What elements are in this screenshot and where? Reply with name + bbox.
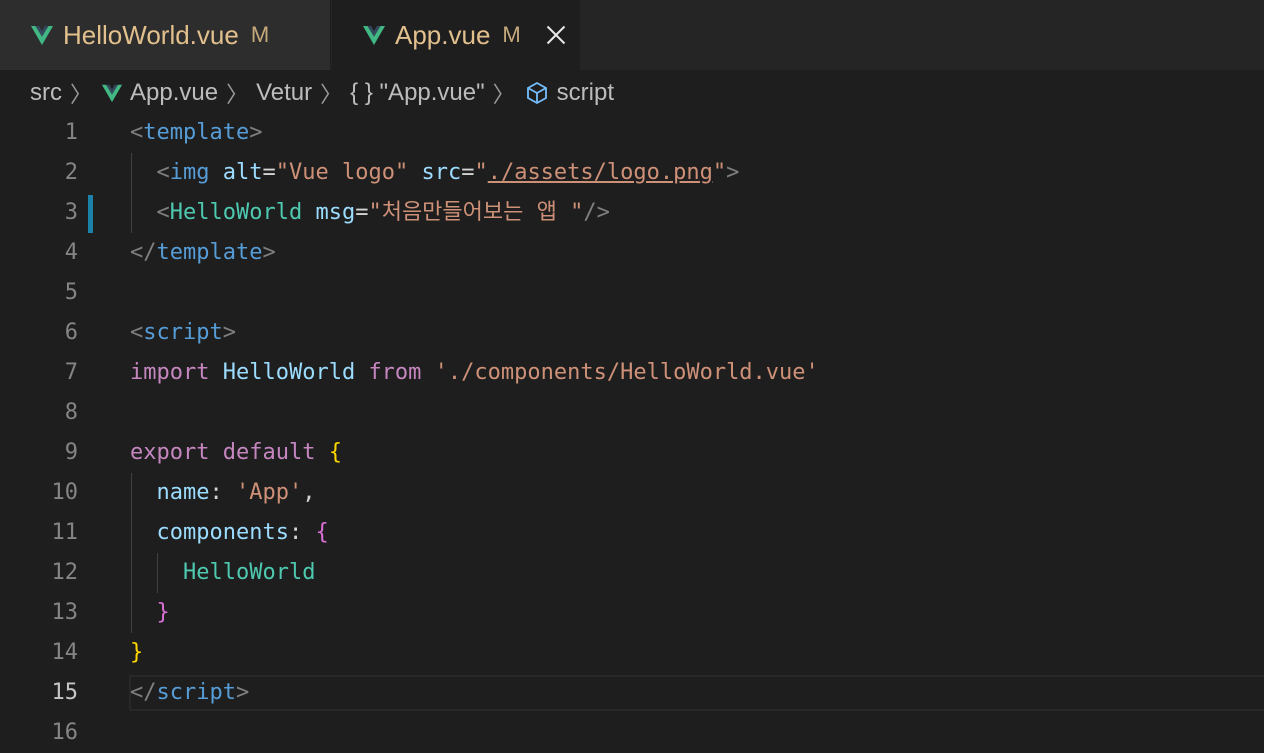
breadcrumb-label: { } "App.vue"	[350, 79, 485, 106]
tab-label: App.vue	[395, 19, 491, 50]
chevron-right-icon: 〉	[492, 82, 515, 107]
line-number: 7	[64, 360, 78, 385]
tab-app-vue[interactable]: App.vue M	[332, 0, 580, 70]
code-line: 10 name: 'App',	[0, 473, 1264, 513]
modified-badge: M	[502, 22, 521, 47]
vue-icon	[101, 84, 123, 103]
code-line: 5	[0, 273, 1264, 313]
code-line: 8	[0, 393, 1264, 433]
breadcrumb-item-vetur[interactable]: Vetur	[256, 79, 312, 107]
tab-helloworld-vue[interactable]: HelloWorld.vue M	[0, 0, 331, 70]
close-icon[interactable]	[545, 24, 567, 46]
breadcrumb-label: Vetur	[256, 79, 313, 106]
line-number: 12	[51, 560, 79, 585]
line-content: <template>	[130, 120, 263, 145]
line-number: 9	[64, 440, 78, 465]
line-content: components: {	[156, 520, 329, 545]
vue-icon	[31, 26, 53, 45]
breadcrumb-item-module[interactable]: { } "App.vue"	[350, 79, 484, 107]
line-content: export default {	[130, 440, 342, 465]
code-line: 3 <HelloWorld msg="처음만들어보는 앱 "/>	[0, 193, 1264, 233]
tab-label: HelloWorld.vue	[63, 19, 239, 50]
line-number: 15	[51, 680, 79, 705]
line-number: 4	[64, 240, 78, 265]
link-path[interactable]: ./assets/logo.png	[488, 160, 713, 185]
line-number: 11	[51, 520, 79, 545]
line-number: 3	[64, 200, 78, 225]
code-line: 1 <template>	[0, 113, 1264, 153]
line-content: name: 'App',	[156, 480, 316, 505]
line-content: <img alt="Vue logo" src="./assets/logo.p…	[156, 160, 740, 185]
line-number: 6	[64, 320, 78, 345]
line-number: 10	[51, 480, 79, 505]
code-line: 4 </template>	[0, 233, 1264, 273]
code-line: 9 export default {	[0, 433, 1264, 473]
breadcrumb: src 〉 App.vue 〉 Vetur 〉 { } "App.vue" 〉 …	[30, 70, 614, 116]
chevron-right-icon: 〉	[320, 82, 343, 107]
code-line: 6 <script>	[0, 313, 1264, 353]
tab-bar: HelloWorld.vue M App.vue M	[0, 0, 1264, 70]
code-line: 11 components: {	[0, 513, 1264, 553]
code-line: 12 HelloWorld	[0, 553, 1264, 593]
breadcrumb-item-app-vue[interactable]: App.vue	[100, 79, 218, 107]
line-number: 16	[51, 720, 79, 745]
code-line: 13 }	[0, 593, 1264, 633]
code-line: 16	[0, 713, 1264, 753]
line-number: 1	[64, 120, 78, 145]
modified-badge: M	[250, 22, 270, 47]
line-number: 5	[64, 280, 78, 305]
line-number: 8	[64, 400, 78, 425]
line-content: import HelloWorld from './components/Hel…	[130, 360, 819, 385]
chevron-right-icon: 〉	[226, 82, 249, 107]
breadcrumb-label: App.vue	[130, 79, 219, 106]
line-content: }	[156, 600, 170, 625]
cube-icon	[526, 81, 547, 105]
line-number: 2	[64, 160, 78, 185]
line-number: 14	[51, 640, 79, 665]
code-line: 15 </script>	[0, 673, 1264, 713]
line-content: }	[130, 640, 144, 665]
vue-icon	[363, 26, 385, 45]
code-line: 2 <img alt="Vue logo" src="./assets/logo…	[0, 153, 1264, 193]
breadcrumb-label: src	[30, 79, 62, 106]
line-content: HelloWorld	[182, 560, 316, 585]
code-editor[interactable]: 1 <template> 2 <img alt="Vue logo" src="…	[0, 113, 1264, 745]
line-number: 13	[51, 600, 79, 625]
code-line: 7 import HelloWorld from './components/H…	[0, 353, 1264, 393]
line-content: <script>	[130, 320, 236, 345]
chevron-right-icon: 〉	[70, 82, 93, 107]
line-content: </template>	[130, 240, 276, 265]
breadcrumb-item-script[interactable]: script	[523, 79, 614, 107]
breadcrumb-item-src[interactable]: src	[30, 79, 62, 107]
line-content: <HelloWorld msg="처음만들어보는 앱 "/>	[156, 200, 610, 225]
line-content: </script>	[130, 680, 250, 705]
code-line: 14 }	[0, 633, 1264, 673]
breadcrumb-label: script	[556, 79, 615, 106]
